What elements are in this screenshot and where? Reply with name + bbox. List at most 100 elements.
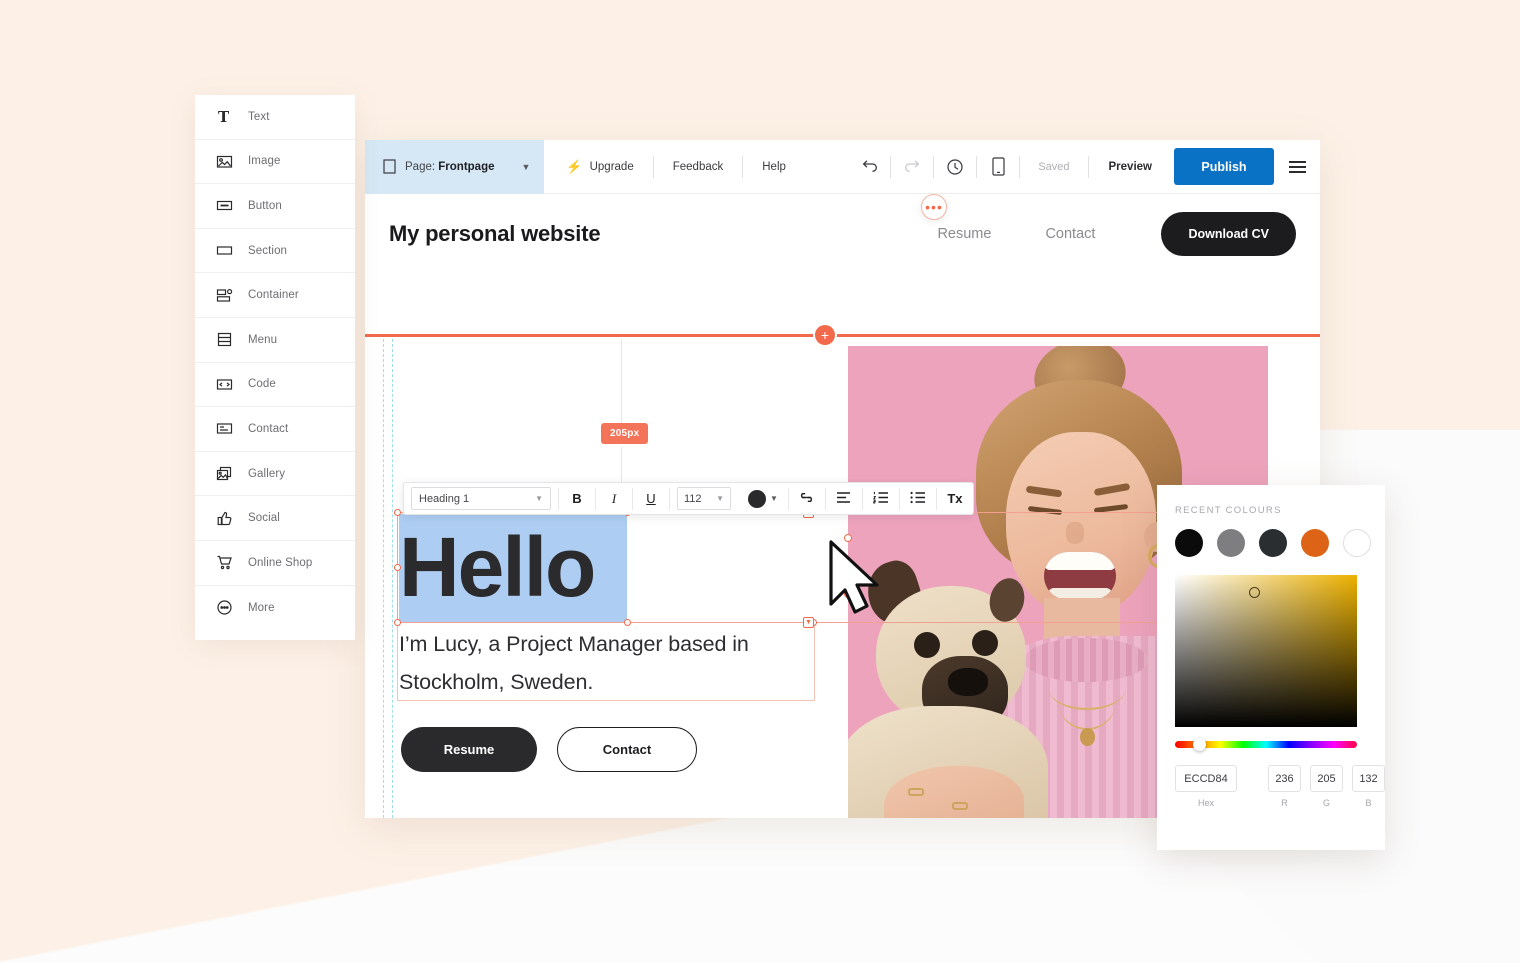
social-icon xyxy=(215,509,234,528)
paragraph-text[interactable]: I’m Lucy, a Project Manager based in Sto… xyxy=(399,625,813,701)
font-size-select[interactable]: 112 ▼ xyxy=(677,487,731,510)
element-item-section[interactable]: Section xyxy=(195,229,355,274)
editor-toolbar: Page: Frontpage ▼ ⚡ Upgrade Feedback Hel… xyxy=(365,140,1320,194)
italic-button[interactable]: I xyxy=(596,482,632,515)
green-field-group: 205 G xyxy=(1310,765,1343,808)
heading-collapse-caret-bottom[interactable]: ▼ xyxy=(803,617,814,628)
recent-colours-swatches xyxy=(1157,516,1385,557)
bullet-list-icon xyxy=(910,491,926,507)
element-item-label: Contact xyxy=(248,422,289,435)
link-button[interactable] xyxy=(789,482,825,515)
site-header: My personal website Resume Contact Downl… xyxy=(365,194,1320,274)
resume-button[interactable]: Resume xyxy=(401,727,537,772)
heading-handle-ml[interactable] xyxy=(393,563,401,571)
redo-button[interactable] xyxy=(893,140,931,194)
saturation-value-area[interactable] xyxy=(1175,575,1357,727)
element-item-container[interactable]: Container xyxy=(195,273,355,318)
alignment-guide-left-2 xyxy=(392,339,393,818)
ordered-list-icon xyxy=(872,491,889,507)
add-section-button-top[interactable]: + xyxy=(815,325,835,345)
toolbar-divider xyxy=(669,487,670,510)
recent-colour-swatch-1[interactable] xyxy=(1175,529,1203,557)
clear-formatting-button[interactable]: Tx xyxy=(937,482,973,515)
recent-colour-swatch-2[interactable] xyxy=(1217,529,1245,557)
section-icon xyxy=(215,241,234,260)
shopping-cart-icon xyxy=(215,553,234,572)
recent-colour-swatch-4[interactable] xyxy=(1301,529,1329,557)
image-icon xyxy=(215,152,234,171)
hue-slider[interactable] xyxy=(1175,738,1357,751)
text-color-picker-button[interactable]: ▼ xyxy=(738,489,788,508)
element-item-online-shop[interactable]: Online Shop xyxy=(195,541,355,586)
contact-button[interactable]: Contact xyxy=(557,727,697,772)
blue-input[interactable]: 132 xyxy=(1352,765,1385,792)
element-item-contact[interactable]: Contact xyxy=(195,407,355,452)
colour-picker-panel: RECENT COLOURS ECCD84 Hex 236 R 205 G 13… xyxy=(1157,485,1385,850)
element-item-gallery[interactable]: Gallery xyxy=(195,452,355,497)
preview-button[interactable]: Preview xyxy=(1091,161,1170,173)
saturation-value-knob[interactable] xyxy=(1249,587,1260,598)
element-item-label: Container xyxy=(248,289,299,302)
help-button[interactable]: Help xyxy=(745,140,803,194)
recent-colour-swatch-5[interactable] xyxy=(1343,529,1371,557)
ordered-list-button[interactable] xyxy=(863,482,899,515)
toolbar-divider xyxy=(976,155,978,178)
nav-link-resume[interactable]: Resume xyxy=(937,226,991,242)
element-item-label: Gallery xyxy=(248,467,286,480)
bullet-list-button[interactable] xyxy=(900,482,936,515)
elements-panel: T Text Image Button Section Container Me… xyxy=(195,95,355,640)
colour-value-fields: ECCD84 Hex 236 R 205 G 132 B xyxy=(1157,748,1385,808)
heading-text[interactable]: Hello xyxy=(399,512,629,622)
heading-handle-bl[interactable] xyxy=(393,618,401,626)
element-item-label: More xyxy=(248,601,275,614)
page-selector-text: Page: Frontpage xyxy=(405,161,495,173)
element-item-menu[interactable]: Menu xyxy=(195,318,355,363)
hero-button-row: Resume Contact xyxy=(401,727,697,772)
text-style-select[interactable]: Heading 1 ▼ xyxy=(411,487,551,510)
undo-button[interactable] xyxy=(850,140,888,194)
svg-text:T: T xyxy=(218,108,230,125)
text-color-swatch xyxy=(748,489,766,508)
download-cv-button[interactable]: Download CV xyxy=(1161,212,1296,256)
mobile-preview-icon[interactable] xyxy=(979,140,1017,194)
element-item-image[interactable]: Image xyxy=(195,140,355,185)
button-icon xyxy=(215,196,234,215)
photo-resize-handle-left-mid[interactable] xyxy=(844,590,852,598)
element-item-code[interactable]: Code xyxy=(195,363,355,408)
red-input[interactable]: 236 xyxy=(1268,765,1301,792)
element-item-label: Text xyxy=(248,110,270,123)
hamburger-menu-icon[interactable] xyxy=(1280,140,1314,194)
history-icon[interactable] xyxy=(936,140,974,194)
element-item-text[interactable]: T Text xyxy=(195,95,355,140)
gallery-icon xyxy=(215,464,234,483)
upgrade-button[interactable]: ⚡ Upgrade xyxy=(544,140,650,194)
bold-button[interactable]: B xyxy=(559,482,595,515)
element-item-social[interactable]: Social xyxy=(195,496,355,541)
element-item-label: Section xyxy=(248,244,288,257)
element-item-button[interactable]: Button xyxy=(195,184,355,229)
element-item-more[interactable]: More xyxy=(195,586,355,631)
publish-button[interactable]: Publish xyxy=(1174,148,1274,185)
toolbar-divider xyxy=(933,155,935,178)
section-rail-top xyxy=(365,334,1320,337)
site-nav: Resume Contact xyxy=(937,226,1095,242)
container-icon xyxy=(215,286,234,305)
recent-colour-swatch-3[interactable] xyxy=(1259,529,1287,557)
nav-link-contact[interactable]: Contact xyxy=(1045,226,1095,242)
hex-field-group: ECCD84 Hex xyxy=(1175,765,1237,808)
text-toolbar-more-button[interactable]: ••• xyxy=(921,194,947,220)
chevron-down-icon: ▼ xyxy=(535,494,543,503)
text-style-value: Heading 1 xyxy=(419,492,470,505)
heading-handle-bm[interactable] xyxy=(623,618,631,626)
feedback-button[interactable]: Feedback xyxy=(656,140,741,194)
text-format-toolbar: Heading 1 ▼ B I U 112 ▼ ▼ Tx xyxy=(403,482,974,515)
green-input[interactable]: 205 xyxy=(1310,765,1343,792)
photo-resize-handle-left-top[interactable] xyxy=(844,534,852,542)
page-selector[interactable]: Page: Frontpage ▼ xyxy=(365,140,545,194)
heading-handle-tl[interactable] xyxy=(393,508,401,516)
hue-slider-knob[interactable] xyxy=(1193,738,1206,751)
hex-input[interactable]: ECCD84 xyxy=(1175,765,1237,792)
code-icon xyxy=(215,375,234,394)
underline-button[interactable]: U xyxy=(633,482,669,515)
align-button[interactable] xyxy=(826,482,862,515)
